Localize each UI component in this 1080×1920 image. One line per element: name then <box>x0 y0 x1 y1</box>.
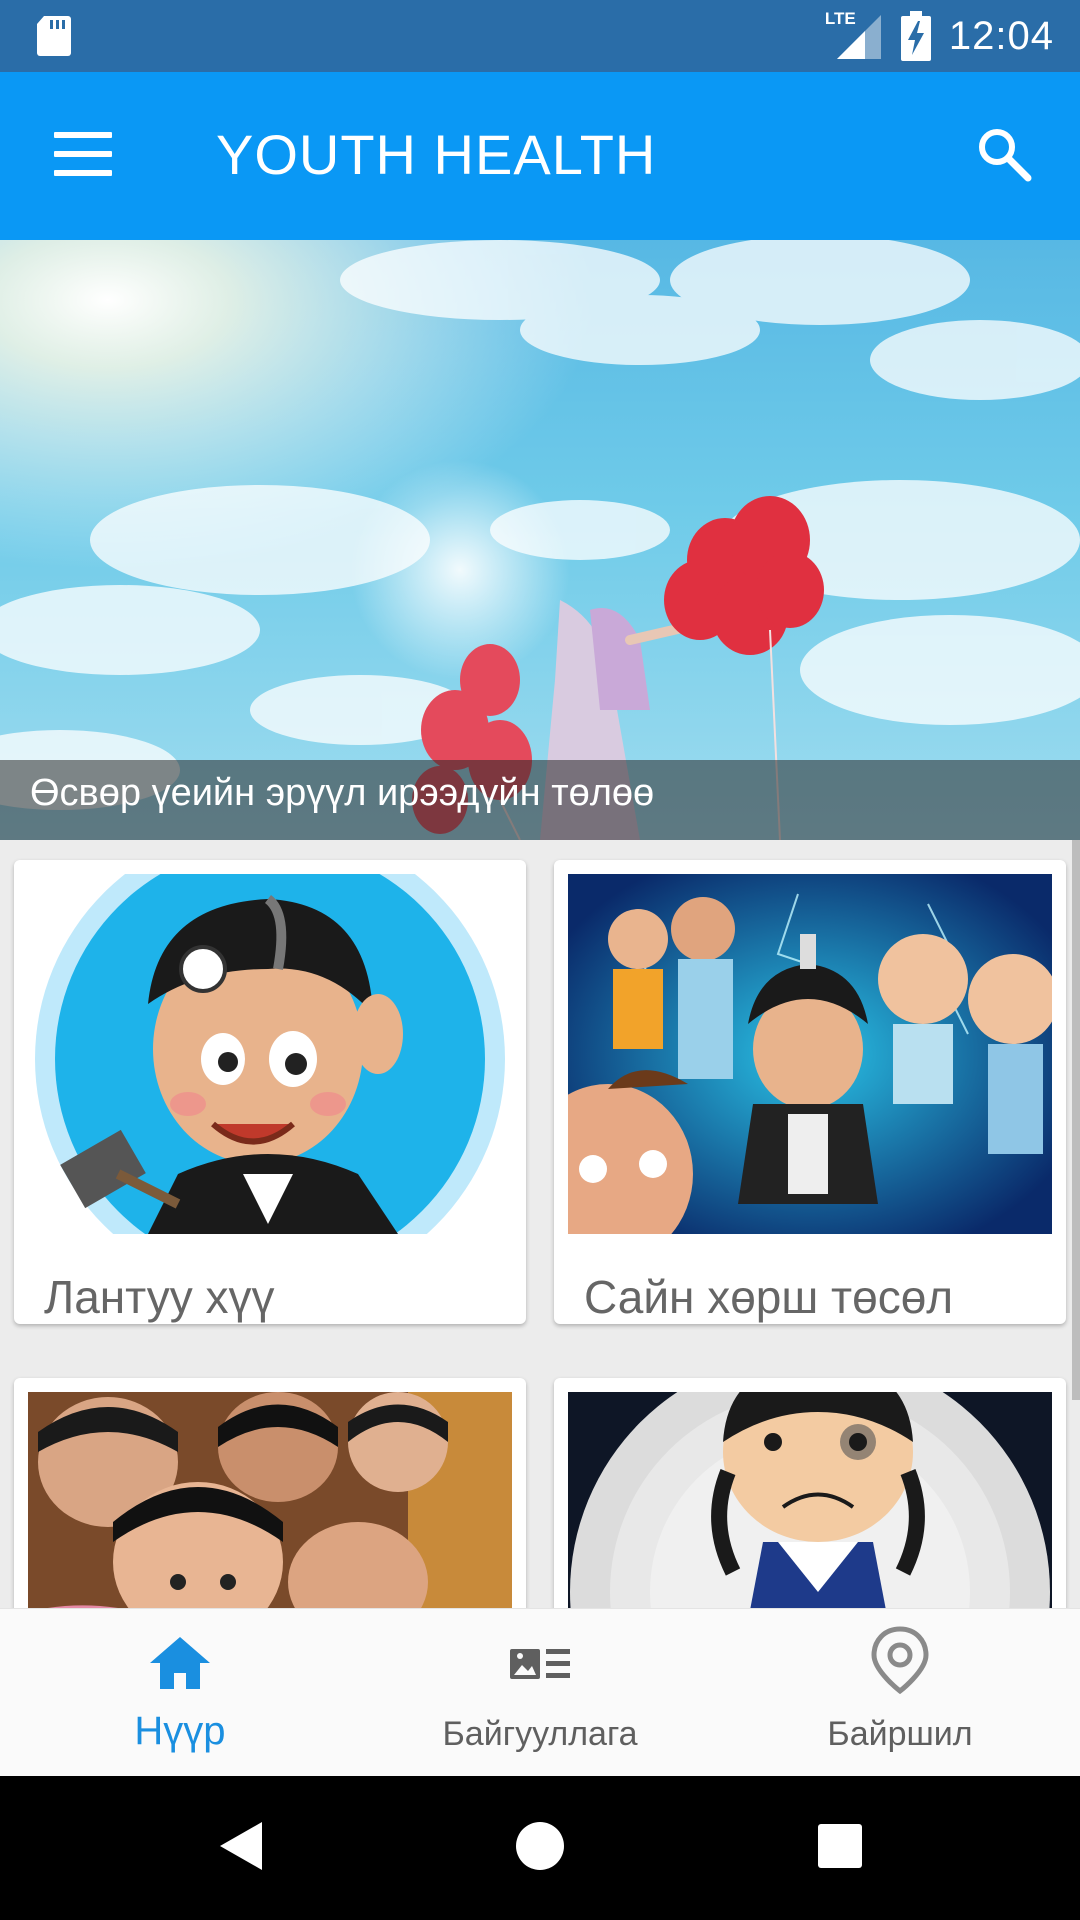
location-pin-icon <box>871 1626 929 1695</box>
card-image-good-neighbor <box>568 874 1052 1234</box>
menu-button[interactable] <box>54 132 112 178</box>
hero-image-sky-balloons <box>0 240 1080 840</box>
bottom-navigation: Нүүр Байгууллага Байршил <box>0 1608 1080 1776</box>
nav-label-home: Нүүр <box>134 1709 226 1753</box>
sd-card-icon <box>37 16 71 56</box>
search-button[interactable] <box>974 124 1040 190</box>
nav-item-home[interactable]: Нүүр <box>0 1609 360 1777</box>
content-grid[interactable]: Лантуу хүү Сайн хөрш төсөл <box>0 840 1080 1608</box>
signal-icon <box>836 15 881 59</box>
nav-item-organization[interactable]: Байгууллага <box>360 1609 720 1777</box>
recents-icon[interactable] <box>816 1818 864 1874</box>
hero-banner[interactable]: Өсвөр үеийн эрүүл ирээдүйн төлөө <box>0 240 1080 840</box>
card-children-photo[interactable] <box>14 1378 526 1608</box>
status-bar: LTE 12:04 <box>0 0 1080 72</box>
card-image-lantuu <box>28 874 512 1234</box>
card-title: Лантуу хүү <box>44 1271 275 1323</box>
card-image-children <box>28 1392 512 1608</box>
hero-caption-bar: Өсвөр үеийн эрүүл ирээдүйн төлөө <box>0 760 1080 840</box>
hamburger-menu-icon <box>54 132 112 176</box>
clock: 12:04 <box>948 13 1054 58</box>
app-bar: YOUTH HEALTH <box>0 72 1080 240</box>
card-title: Сайн хөрш төсөл <box>584 1271 954 1323</box>
app-title: YOUTH HEALTH <box>216 123 657 186</box>
card-lantuu[interactable]: Лантуу хүү <box>14 860 526 1324</box>
card-image-sad-girl <box>568 1392 1052 1608</box>
nav-label-organization: Байгууллага <box>442 1715 638 1753</box>
scrollbar[interactable] <box>1072 840 1080 1400</box>
nav-label-location: Байршил <box>827 1715 973 1753</box>
nav-item-location[interactable]: Байршил <box>720 1609 1080 1777</box>
card-sad-girl[interactable] <box>554 1378 1066 1608</box>
hero-caption: Өсвөр үеийн эрүүл ирээдүйн төлөө <box>30 772 655 814</box>
organization-list-icon <box>510 1649 570 1679</box>
back-icon[interactable] <box>216 1818 266 1874</box>
system-navigation-bar <box>0 1776 1080 1920</box>
search-icon <box>979 129 1032 182</box>
home-icon <box>150 1637 210 1689</box>
home-button-icon[interactable] <box>514 1818 566 1874</box>
card-good-neighbor[interactable]: Сайн хөрш төсөл <box>554 860 1066 1324</box>
battery-charging-icon <box>900 11 931 61</box>
